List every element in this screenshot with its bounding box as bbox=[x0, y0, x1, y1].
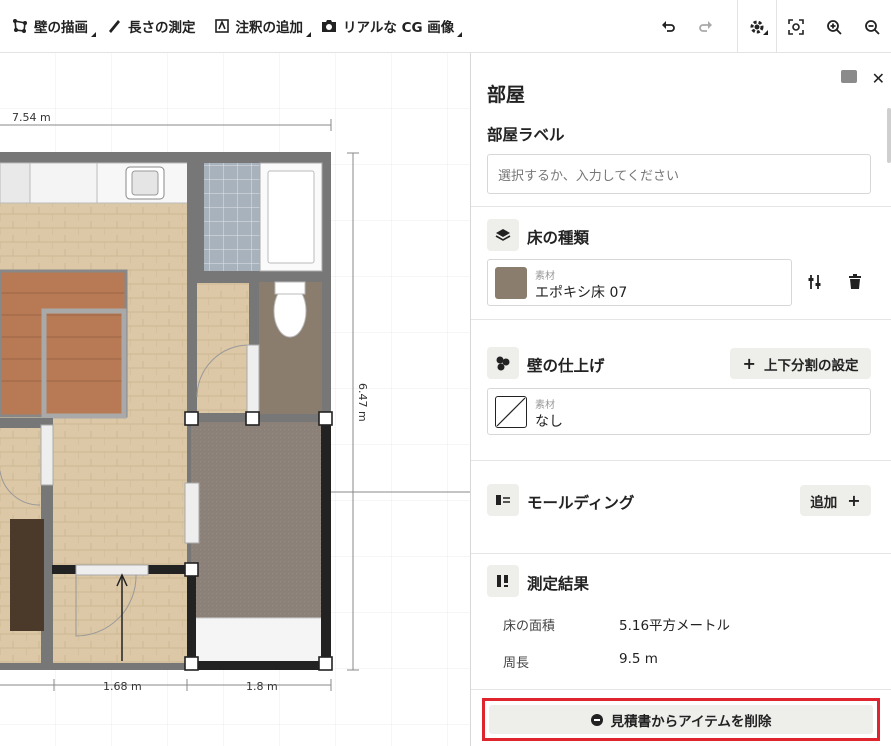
dimension-bottom-right: 1.8 m bbox=[246, 680, 278, 693]
camera-icon bbox=[321, 18, 337, 34]
measure-length-button[interactable]: 長さの測定 bbox=[94, 0, 202, 53]
divider bbox=[471, 460, 891, 461]
toolbar-right-group bbox=[649, 0, 891, 53]
room-properties-panel: ✕ 部屋 部屋ラベル 選択するか、入力してください 床の種類 素材 エポキシ床 … bbox=[470, 53, 891, 746]
undo-icon bbox=[662, 20, 675, 32]
no-material-icon bbox=[495, 396, 527, 428]
remove-from-estimate-button[interactable]: 見積書からアイテムを削除 bbox=[489, 705, 873, 734]
add-annotation-button[interactable]: 注釈の追加 bbox=[202, 0, 311, 53]
zoom-out-button[interactable] bbox=[853, 0, 891, 53]
divider bbox=[471, 206, 891, 207]
floor-layers-icon bbox=[487, 219, 519, 251]
divider bbox=[471, 689, 891, 690]
add-annotation-label: 注釈の追加 bbox=[235, 20, 304, 36]
ruler-icon bbox=[106, 18, 122, 34]
floor-material-swatch bbox=[495, 267, 527, 299]
settings-button[interactable] bbox=[738, 0, 776, 53]
dropdown-corner-icon bbox=[457, 31, 463, 37]
dropdown-corner-icon bbox=[763, 30, 768, 35]
sliders-icon bbox=[808, 275, 821, 289]
dimension-top: 7.54 m bbox=[12, 111, 51, 124]
floor-heading: 床の種類 bbox=[527, 229, 590, 247]
draw-wall-label: 壁の描画 bbox=[34, 20, 88, 36]
panel-title: 部屋 bbox=[487, 84, 526, 106]
realistic-cg-label: リアルな CG 画像 bbox=[343, 20, 455, 36]
undo-button[interactable] bbox=[649, 0, 687, 53]
floor-plan-drawing bbox=[0, 53, 470, 746]
top-toolbar: 壁の描画 長さの測定 注釈の追加 リアルな CG 画像 bbox=[0, 0, 891, 53]
wall-material-field[interactable]: 素材 なし bbox=[487, 388, 871, 435]
floor-area-value: 5.16平方メートル bbox=[619, 618, 731, 634]
wall-material-key: 素材 bbox=[535, 400, 555, 411]
measurement-icon bbox=[487, 565, 519, 597]
plus-icon: + bbox=[742, 354, 756, 373]
dimension-bottom-left: 1.68 m bbox=[103, 680, 142, 693]
redo-button[interactable] bbox=[687, 0, 725, 53]
minus-circle-icon bbox=[590, 713, 603, 726]
room-label-heading: 部屋ラベル bbox=[487, 126, 565, 144]
add-molding-label: 追加 bbox=[810, 494, 838, 511]
wall-material-value: なし bbox=[535, 414, 563, 430]
zoom-in-icon bbox=[827, 19, 842, 35]
measure-length-label: 長さの測定 bbox=[128, 20, 196, 36]
dimension-right: 6.47 m bbox=[356, 383, 369, 422]
trash-icon bbox=[849, 274, 861, 289]
room-label-placeholder: 選択するか、入力してください bbox=[498, 168, 679, 184]
split-settings-label: 上下分割の設定 bbox=[763, 357, 859, 374]
add-molding-button[interactable]: 追加 + bbox=[800, 485, 871, 516]
floor-material-key: 素材 bbox=[535, 271, 555, 282]
room-label-input[interactable]: 選択するか、入力してください bbox=[487, 154, 871, 194]
realistic-cg-button[interactable]: リアルな CG 画像 bbox=[309, 0, 463, 53]
divider bbox=[471, 553, 891, 554]
molding-heading: モールディング bbox=[527, 494, 635, 512]
floor-area-label: 床の面積 bbox=[503, 619, 556, 634]
perimeter-value: 9.5 m bbox=[619, 651, 658, 667]
floor-plan-canvas[interactable]: 7.54 m 6.47 m 1.68 m 1.8 m bbox=[0, 53, 470, 746]
perimeter-label: 周長 bbox=[503, 656, 530, 671]
fit-view-button[interactable] bbox=[777, 0, 815, 53]
floor-material-field[interactable]: 素材 エポキシ床 07 bbox=[487, 259, 792, 306]
close-icon[interactable]: ✕ bbox=[872, 69, 885, 88]
annotation-icon bbox=[214, 18, 230, 34]
zoom-in-button[interactable] bbox=[815, 0, 853, 53]
wall-finish-icon bbox=[487, 347, 519, 379]
wall-draw-icon bbox=[12, 18, 28, 34]
divider bbox=[471, 319, 891, 320]
adjust-button[interactable] bbox=[807, 274, 823, 294]
measurement-heading: 測定結果 bbox=[527, 575, 590, 593]
panel-scrollbar[interactable] bbox=[887, 108, 891, 163]
redo-icon bbox=[699, 20, 712, 32]
remove-from-estimate-highlight: 見積書からアイテムを削除 bbox=[482, 698, 880, 741]
plus-icon: + bbox=[847, 491, 861, 510]
remove-from-estimate-label: 見積書からアイテムを削除 bbox=[610, 713, 772, 730]
molding-icon bbox=[487, 484, 519, 516]
zoom-out-icon bbox=[865, 19, 880, 35]
delete-floor-button[interactable] bbox=[848, 274, 862, 294]
zoom-fit-icon bbox=[788, 18, 804, 35]
split-settings-button[interactable]: + 上下分割の設定 bbox=[730, 348, 871, 379]
wall-finish-heading: 壁の仕上げ bbox=[527, 357, 605, 375]
comment-icon[interactable] bbox=[841, 70, 857, 83]
floor-material-value: エポキシ床 07 bbox=[535, 285, 628, 301]
draw-wall-button[interactable]: 壁の描画 bbox=[0, 0, 96, 53]
